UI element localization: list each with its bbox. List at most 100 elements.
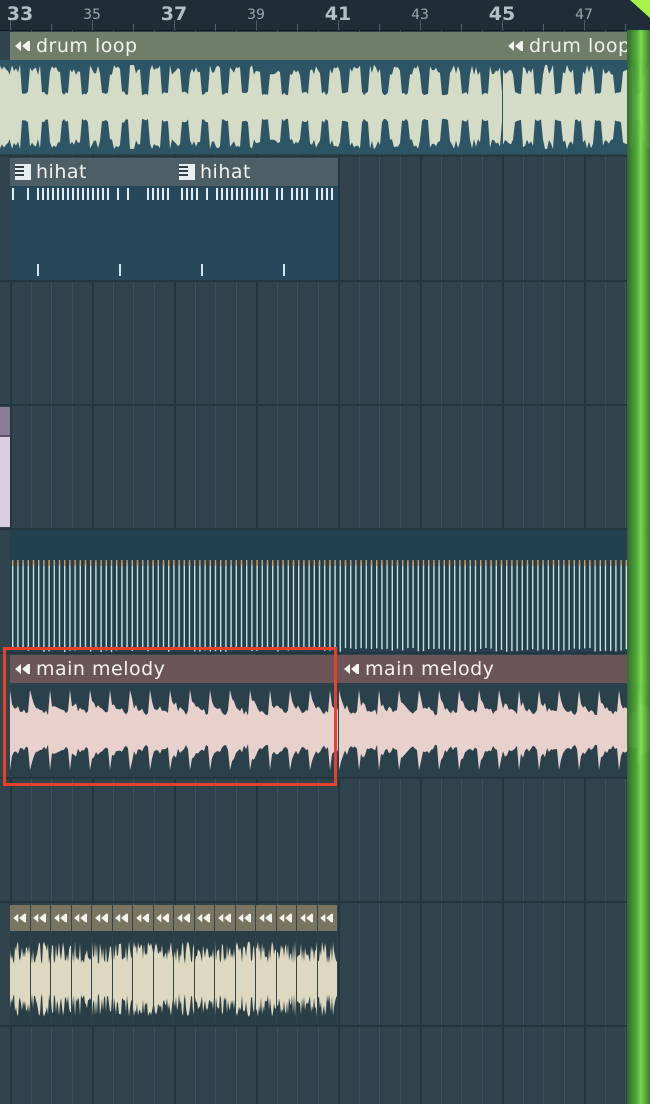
note-preview: [181, 188, 333, 276]
slice-marker: [573, 560, 575, 566]
clip-header[interactable]: [256, 905, 276, 931]
chop-clip[interactable]: [92, 905, 112, 1025]
slice-marker: [240, 560, 243, 566]
slice-line: [370, 563, 373, 650]
slice-line: [230, 564, 232, 651]
slice-marker: [142, 560, 144, 566]
note: [306, 188, 308, 200]
clip-header[interactable]: [174, 905, 194, 931]
slice-line: [126, 562, 128, 649]
note: [256, 188, 258, 200]
waveform: [133, 941, 153, 1017]
slice-marker: [500, 560, 503, 566]
slice-marker: [365, 560, 367, 566]
hihat-clip[interactable]: hihat: [174, 158, 338, 280]
audio-clip-icon: [12, 913, 26, 923]
clip-header[interactable]: [112, 905, 132, 931]
slice-marker: [422, 560, 425, 566]
slice-line: [521, 564, 523, 651]
slice-line: [303, 562, 305, 649]
playhead-marker-icon[interactable]: [630, 0, 650, 18]
slice-marker: [43, 560, 45, 566]
note: [316, 188, 318, 200]
slice-marker: [604, 560, 607, 566]
chop-clip[interactable]: [235, 905, 255, 1025]
clip-header[interactable]: [92, 905, 112, 931]
drum-loop-clip-continuation[interactable]: [0, 60, 10, 154]
slice-marker: [147, 560, 149, 566]
slice-line: [563, 564, 565, 651]
clip-header[interactable]: main melody: [339, 655, 650, 683]
chop-clip[interactable]: [153, 905, 173, 1025]
note: [186, 188, 188, 200]
drum-loop-clip[interactable]: drum loop: [10, 32, 503, 154]
clip-name: main melody: [365, 658, 495, 680]
slice-marker: [214, 560, 217, 566]
clip-header[interactable]: [215, 905, 235, 931]
slice-marker: [298, 560, 300, 566]
playhead[interactable]: [627, 30, 650, 1104]
clip-header[interactable]: [235, 905, 255, 931]
chop-clip[interactable]: [51, 905, 71, 1025]
chop-clip[interactable]: [10, 905, 30, 1025]
slice-marker: [480, 560, 482, 566]
slice-line: [506, 565, 508, 652]
slice-marker: [152, 560, 154, 566]
slice-marker: [381, 560, 383, 566]
ruler-tick: [338, 20, 339, 30]
slice-line: [376, 562, 378, 649]
clip-header[interactable]: [30, 905, 50, 931]
audio-clip-icon: [176, 913, 190, 923]
chop-clip[interactable]: [256, 905, 276, 1025]
clip-header[interactable]: [51, 905, 71, 931]
chop-clip[interactable]: [174, 905, 194, 1025]
slice-marker: [402, 560, 404, 566]
selection-box[interactable]: [3, 647, 337, 786]
chop-clip[interactable]: [133, 905, 153, 1025]
hihat-clip[interactable]: hihat: [10, 158, 174, 280]
clip-header[interactable]: [276, 905, 296, 931]
chop-clip[interactable]: [194, 905, 214, 1025]
slice-line: [573, 562, 575, 649]
clip-header[interactable]: [317, 905, 337, 931]
timeline-ruler[interactable]: 33 35 37 39 41 43 45 47: [0, 0, 650, 31]
clip-header[interactable]: hihat: [174, 158, 338, 186]
clip-header[interactable]: hihat: [10, 158, 174, 186]
clip-header[interactable]: [10, 905, 30, 931]
waveform: [276, 941, 296, 1017]
waveform-shape: [92, 941, 112, 1017]
clip-header[interactable]: [153, 905, 173, 931]
clip-header[interactable]: drum loop: [10, 32, 503, 60]
waveform: [194, 945, 214, 1013]
clip-header[interactable]: [71, 905, 91, 931]
clip-header[interactable]: [133, 905, 153, 931]
chop-clip[interactable]: [71, 905, 91, 1025]
slice-marker: [532, 560, 534, 566]
note: [226, 188, 228, 200]
ruler-tick: [174, 20, 175, 30]
clip-header[interactable]: [297, 905, 317, 931]
note: [82, 188, 84, 200]
chop-clip[interactable]: [215, 905, 235, 1025]
note: [47, 188, 49, 200]
chop-clip[interactable]: [276, 905, 296, 1025]
note: [281, 188, 283, 200]
slice-marker: [459, 560, 461, 566]
chop-clip[interactable]: [112, 905, 132, 1025]
slice-marker: [188, 560, 191, 566]
slice-line: [558, 565, 560, 652]
chop-clip[interactable]: [297, 905, 317, 1025]
note: [241, 188, 243, 200]
slice-marker: [542, 560, 544, 566]
clip-header[interactable]: [194, 905, 214, 931]
partial-clip[interactable]: [0, 407, 10, 527]
slice-clip[interactable]: [10, 530, 650, 652]
slice-marker: [84, 560, 87, 566]
main-melody-clip[interactable]: main melody: [339, 655, 650, 777]
clip-header[interactable]: [0, 407, 10, 435]
slice-marker: [355, 560, 357, 566]
note: [261, 188, 263, 200]
slice-line: [188, 562, 191, 649]
chop-clip[interactable]: [317, 905, 337, 1025]
chop-clip[interactable]: [30, 905, 50, 1025]
